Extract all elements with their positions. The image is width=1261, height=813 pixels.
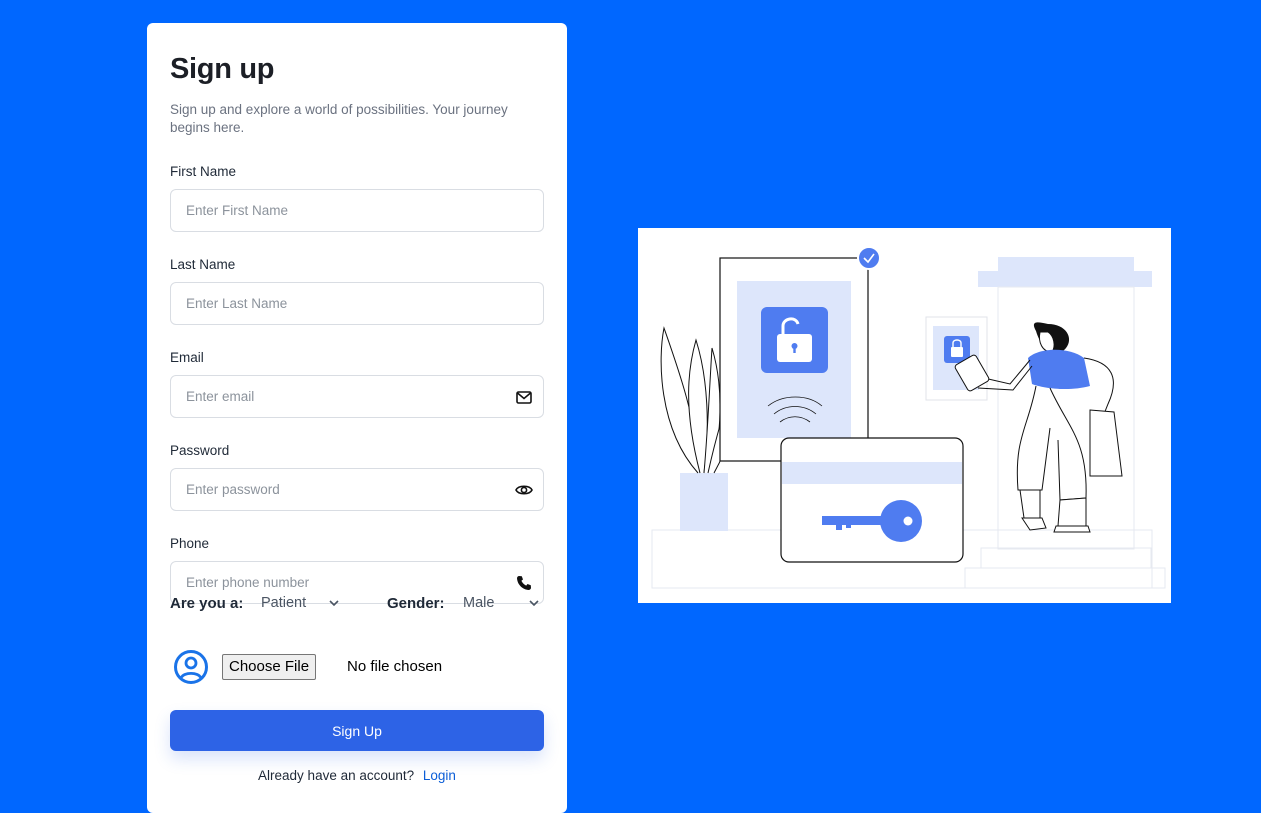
signup-card: Sign up Sign up and explore a world of p… [147,23,567,813]
login-prompt-text: Already have an account? [258,768,415,783]
choose-file-button[interactable]: Choose File [222,654,317,680]
page-title: Sign up [170,53,275,85]
first-name-field-wrapper [170,189,544,232]
key-card [780,437,964,563]
role-select-value: Patient [261,595,307,611]
page-subtitle: Sign up and explore a world of possibili… [170,102,508,135]
login-link[interactable]: Login [423,768,456,783]
gender-select[interactable]: Male [463,594,544,616]
email-field-wrapper [170,375,544,418]
last-name-label: Last Name [170,257,236,272]
eye-icon[interactable] [515,481,533,499]
chevron-down-icon [529,600,539,607]
gender-label: Gender: [387,595,445,612]
email-input[interactable] [171,376,543,417]
role-gender-row: Are you a: Patient Gender: Male [170,594,544,616]
last-name-input[interactable] [171,283,543,324]
gender-select-value: Male [463,595,495,611]
password-field-wrapper [170,468,544,511]
unlock-key-illustration [638,228,1171,603]
first-name-label: First Name [170,164,237,179]
password-group: Password [170,443,544,511]
last-name-field-wrapper [170,282,544,325]
first-name-input[interactable] [171,190,543,231]
password-input[interactable] [171,469,543,510]
phone-icon [515,574,533,592]
role-select[interactable]: Patient [261,594,347,616]
last-name-group: Last Name [170,257,544,325]
user-avatar-icon [174,650,208,684]
first-name-group: First Name [170,164,544,232]
envelope-icon [515,388,533,406]
password-label: Password [170,443,230,458]
phone-label: Phone [170,536,210,551]
lock-tablet [719,246,881,462]
sign-up-button[interactable]: Sign Up [170,710,544,751]
email-label: Email [170,350,204,365]
profile-photo-row: Choose File No file chosen [170,649,544,685]
login-prompt-row: Already have an account? Login [147,768,567,783]
chevron-down-icon [329,600,339,607]
role-label: Are you a: [170,595,244,612]
file-status-text: No file chosen [347,658,443,675]
email-group: Email [170,350,544,418]
